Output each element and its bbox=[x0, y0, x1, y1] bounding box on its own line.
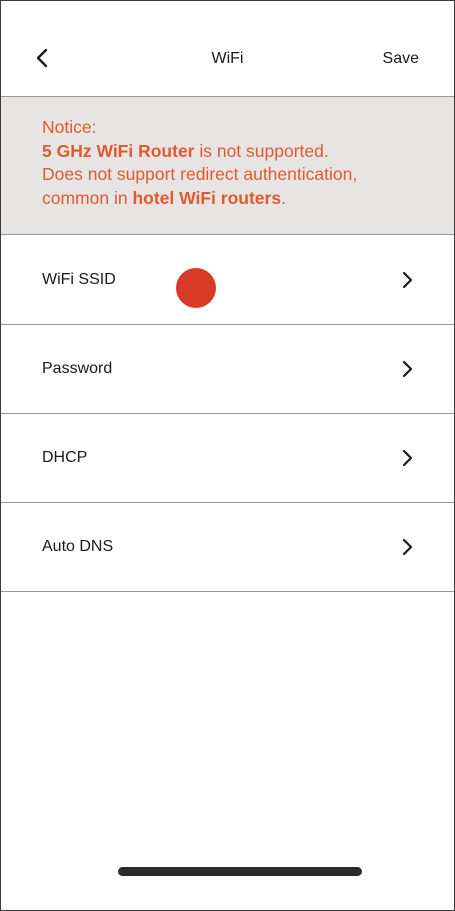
notice-common-in: common in bbox=[42, 187, 133, 208]
save-button[interactable]: Save bbox=[383, 50, 419, 68]
password-row[interactable]: Password bbox=[1, 325, 454, 414]
nav-bar: WiFi Save bbox=[1, 1, 454, 97]
notice-line-4: common in hotel WiFi routers. bbox=[42, 187, 454, 211]
touch-indicator-dot bbox=[176, 268, 216, 308]
wifi-ssid-label: WiFi SSID bbox=[42, 271, 116, 288]
wifi-settings-screen: WiFi Save Notice: 5 GHz WiFi Router is n… bbox=[0, 0, 455, 911]
notice-period: . bbox=[281, 187, 286, 208]
chevron-right-icon bbox=[399, 448, 415, 468]
notice-hotel-wifi-routers: hotel WiFi routers bbox=[132, 187, 282, 208]
notice-line-2: 5 GHz WiFi Router is not supported. bbox=[42, 140, 454, 164]
dhcp-row[interactable]: DHCP bbox=[1, 414, 454, 503]
notice-5ghz-router: 5 GHz WiFi Router bbox=[42, 140, 195, 161]
chevron-right-icon bbox=[399, 270, 415, 290]
home-indicator[interactable] bbox=[118, 867, 362, 876]
notice-banner: Notice: 5 GHz WiFi Router is not support… bbox=[1, 97, 454, 235]
notice-not-supported: is not supported. bbox=[194, 140, 329, 161]
chevron-right-icon bbox=[399, 359, 415, 379]
password-label: Password bbox=[42, 360, 113, 377]
auto-dns-row[interactable]: Auto DNS bbox=[1, 503, 454, 592]
notice-heading: Notice: bbox=[42, 117, 97, 137]
auto-dns-label: Auto DNS bbox=[42, 538, 114, 555]
notice-line-3: Does not support redirect authentication… bbox=[42, 164, 358, 184]
chevron-right-icon bbox=[399, 537, 415, 557]
wifi-ssid-row[interactable]: WiFi SSID bbox=[1, 236, 454, 325]
dhcp-label: DHCP bbox=[42, 449, 88, 466]
